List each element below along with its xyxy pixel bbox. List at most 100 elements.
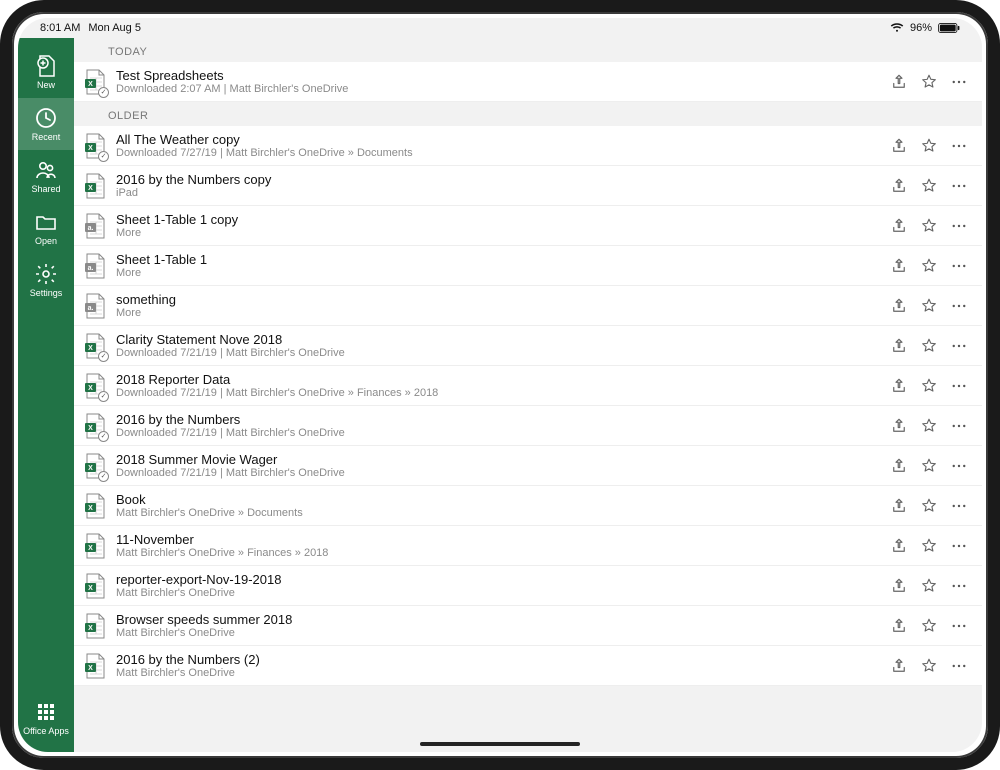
- file-subtitle: Downloaded 2:07 AM | Matt Birchler's One…: [116, 83, 890, 95]
- file-row[interactable]: X 2018 Reporter DataDownloaded 7/21/19 | …: [74, 366, 982, 406]
- svg-text:a.: a.: [88, 225, 94, 232]
- pin-button[interactable]: [920, 497, 938, 515]
- more-button[interactable]: [950, 457, 968, 475]
- file-subtitle: iPad: [116, 187, 890, 199]
- more-button[interactable]: [950, 417, 968, 435]
- share-button[interactable]: [890, 417, 908, 435]
- file-actions: [890, 537, 968, 555]
- pin-button[interactable]: [920, 217, 938, 235]
- sidebar-item-new[interactable]: New: [18, 46, 74, 98]
- file-title: Sheet 1-Table 1 copy: [116, 212, 890, 227]
- file-row[interactable]: XBrowser speeds summer 2018Matt Birchler…: [74, 606, 982, 646]
- svg-text:X: X: [88, 145, 93, 152]
- pin-button[interactable]: [920, 417, 938, 435]
- file-row[interactable]: Xreporter-export-Nov-19-2018Matt Birchle…: [74, 566, 982, 606]
- share-button[interactable]: [890, 617, 908, 635]
- file-row[interactable]: X11-NovemberMatt Birchler's OneDrive » F…: [74, 526, 982, 566]
- more-button[interactable]: [950, 617, 968, 635]
- sync-badge-icon: [98, 391, 109, 402]
- sidebar-item-settings[interactable]: Settings: [18, 254, 74, 306]
- share-button[interactable]: [890, 297, 908, 315]
- pin-button[interactable]: [920, 617, 938, 635]
- file-title: Book: [116, 492, 890, 507]
- share-button[interactable]: [890, 377, 908, 395]
- file-title: Sheet 1-Table 1: [116, 252, 890, 267]
- more-button[interactable]: [950, 137, 968, 155]
- excel-file-icon: X: [84, 573, 106, 599]
- file-title: 2016 by the Numbers (2): [116, 652, 890, 667]
- sidebar-item-open[interactable]: Open: [18, 202, 74, 254]
- file-row[interactable]: X2016 by the Numbers (2)Matt Birchler's …: [74, 646, 982, 686]
- share-button[interactable]: [890, 137, 908, 155]
- wifi-icon: [890, 23, 904, 33]
- share-button[interactable]: [890, 657, 908, 675]
- file-row[interactable]: XAll The Weather copyDownloaded 7/27/19 …: [74, 126, 982, 166]
- more-button[interactable]: [950, 297, 968, 315]
- more-button[interactable]: [950, 577, 968, 595]
- share-button[interactable]: [890, 337, 908, 355]
- file-text: Browser speeds summer 2018Matt Birchler'…: [116, 612, 890, 639]
- share-button[interactable]: [890, 73, 908, 91]
- file-title: reporter-export-Nov-19-2018: [116, 572, 890, 587]
- screen: 8:01 AM Mon Aug 5 96% New: [18, 18, 982, 752]
- pin-button[interactable]: [920, 257, 938, 275]
- pin-button[interactable]: [920, 137, 938, 155]
- sidebar-item-recent[interactable]: Recent: [18, 98, 74, 150]
- more-button[interactable]: [950, 537, 968, 555]
- share-button[interactable]: [890, 217, 908, 235]
- more-button[interactable]: [950, 73, 968, 91]
- file-row[interactable]: XTest SpreadsheetsDownloaded 2:07 AM | M…: [74, 62, 982, 102]
- file-title: 2018 Reporter Data: [116, 372, 890, 387]
- excel-file-icon: X: [84, 413, 106, 439]
- svg-text:X: X: [88, 345, 93, 352]
- excel-file-icon: X: [84, 133, 106, 159]
- file-subtitle: More: [116, 307, 890, 319]
- more-button[interactable]: [950, 257, 968, 275]
- pin-button[interactable]: [920, 577, 938, 595]
- status-bar: 8:01 AM Mon Aug 5 96%: [18, 18, 982, 38]
- more-button[interactable]: [950, 497, 968, 515]
- file-list[interactable]: TODAY XTest SpreadsheetsDownloaded 2:07 …: [74, 38, 982, 752]
- svg-text:X: X: [88, 425, 93, 432]
- home-indicator[interactable]: [420, 742, 580, 746]
- sidebar-item-shared[interactable]: Shared: [18, 150, 74, 202]
- share-button[interactable]: [890, 177, 908, 195]
- file-row[interactable]: a.somethingMore: [74, 286, 982, 326]
- share-button[interactable]: [890, 457, 908, 475]
- share-button[interactable]: [890, 577, 908, 595]
- file-row[interactable]: a.Sheet 1-Table 1More: [74, 246, 982, 286]
- share-button[interactable]: [890, 257, 908, 275]
- pin-button[interactable]: [920, 377, 938, 395]
- excel-file-icon: X: [84, 373, 106, 399]
- file-actions: [890, 257, 968, 275]
- file-subtitle: Downloaded 7/21/19 | Matt Birchler's One…: [116, 347, 890, 359]
- file-actions: [890, 617, 968, 635]
- file-subtitle: Matt Birchler's OneDrive: [116, 627, 890, 639]
- file-subtitle: Matt Birchler's OneDrive: [116, 667, 890, 679]
- file-text: 2018 Summer Movie WagerDownloaded 7/21/1…: [116, 452, 890, 479]
- pin-button[interactable]: [920, 73, 938, 91]
- more-button[interactable]: [950, 337, 968, 355]
- file-subtitle: More: [116, 227, 890, 239]
- file-subtitle: Downloaded 7/21/19 | Matt Birchler's One…: [116, 387, 890, 399]
- file-row[interactable]: XClarity Statement Nove 2018Downloaded 7…: [74, 326, 982, 366]
- pin-button[interactable]: [920, 457, 938, 475]
- share-button[interactable]: [890, 537, 908, 555]
- pin-button[interactable]: [920, 177, 938, 195]
- file-row[interactable]: X2016 by the Numbers copyiPad: [74, 166, 982, 206]
- more-button[interactable]: [950, 377, 968, 395]
- file-row[interactable]: X2016 by the NumbersDownloaded 7/21/19 |…: [74, 406, 982, 446]
- share-button[interactable]: [890, 497, 908, 515]
- more-button[interactable]: [950, 217, 968, 235]
- file-row[interactable]: X2018 Summer Movie WagerDownloaded 7/21/…: [74, 446, 982, 486]
- file-subtitle: Downloaded 7/21/19 | Matt Birchler's One…: [116, 427, 890, 439]
- more-button[interactable]: [950, 177, 968, 195]
- pin-button[interactable]: [920, 337, 938, 355]
- sidebar-item-officeapps[interactable]: Office Apps: [18, 692, 74, 744]
- file-row[interactable]: XBookMatt Birchler's OneDrive » Document…: [74, 486, 982, 526]
- pin-button[interactable]: [920, 537, 938, 555]
- pin-button[interactable]: [920, 297, 938, 315]
- more-button[interactable]: [950, 657, 968, 675]
- pin-button[interactable]: [920, 657, 938, 675]
- file-row[interactable]: a. Sheet 1-Table 1 copyMore: [74, 206, 982, 246]
